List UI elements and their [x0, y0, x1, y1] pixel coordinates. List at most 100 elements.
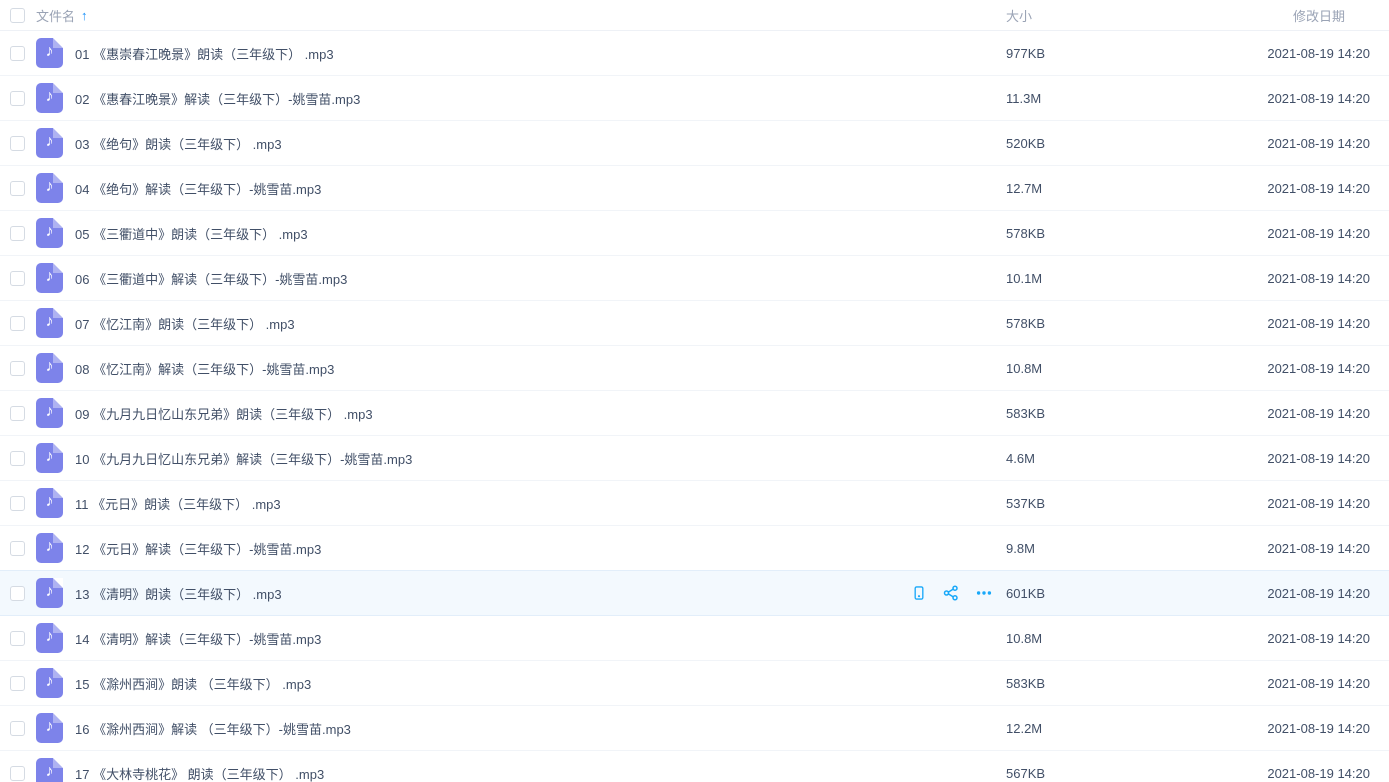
table-row[interactable]: ♪ 12 《元日》解读（三年级下）-姚雪苗.mp3 [0, 526, 1389, 571]
file-date: 2021-08-19 14:20 [1106, 226, 1389, 241]
row-checkbox[interactable] [10, 541, 25, 556]
row-checkbox[interactable] [10, 136, 25, 151]
file-name[interactable]: 16 《滁州西涧》解读 （三年级下）-姚雪苗.mp3 [75, 719, 911, 738]
file-name[interactable]: 05 《三衢道中》朗读（三年级下） .mp3 [75, 224, 911, 243]
file-name[interactable]: 14 《清明》解读（三年级下）-姚雪苗.mp3 [75, 629, 911, 648]
file-size: 10.8M [1006, 361, 1106, 376]
table-row[interactable]: ♪ 09 《九月九日忆山东兄弟》朗读（三年级下） .mp3 [0, 391, 1389, 436]
file-name[interactable]: 11 《元日》朗读（三年级下） .mp3 [75, 494, 911, 513]
column-header-date[interactable]: 修改日期 [1106, 6, 1389, 25]
file-name[interactable]: 04 《绝句》解读（三年级下）-姚雪苗.mp3 [75, 179, 911, 198]
file-fold-corner [53, 353, 63, 363]
row-checkbox-cell [0, 766, 36, 781]
file-name[interactable]: 15 《滁州西涧》朗读 （三年级下） .mp3 [75, 674, 911, 693]
row-checkbox[interactable] [10, 91, 25, 106]
file-fold-corner [53, 128, 63, 138]
share-icon[interactable] [942, 584, 960, 602]
music-note-glyph: ♪ [46, 224, 54, 240]
file-fold-corner [53, 758, 63, 768]
row-checkbox[interactable] [10, 271, 25, 286]
file-name[interactable]: 07 《忆江南》朗读（三年级下） .mp3 [75, 314, 911, 333]
row-checkbox[interactable] [10, 676, 25, 691]
table-row[interactable]: ♪ 13 《清明》朗读（三年级下） .mp3 [0, 571, 1389, 616]
table-row[interactable]: ♪ 14 《清明》解读（三年级下）-姚雪苗.mp3 [0, 616, 1389, 661]
sort-ascending-icon[interactable]: ↑ [81, 8, 88, 23]
file-name[interactable]: 02 《惠春江晚景》解读（三年级下）-姚雪苗.mp3 [75, 89, 911, 108]
row-checkbox[interactable] [10, 46, 25, 61]
file-size: 583KB [1006, 676, 1106, 691]
file-icon-cell: ♪ [36, 578, 75, 608]
table-row[interactable]: ♪ 07 《忆江南》朗读（三年级下） .mp3 [0, 301, 1389, 346]
music-note-glyph: ♪ [46, 764, 54, 780]
music-note-glyph: ♪ [46, 494, 54, 510]
file-size: 977KB [1006, 46, 1106, 61]
file-size: 583KB [1006, 406, 1106, 421]
file-fold-corner [53, 443, 63, 453]
table-row[interactable]: ♪ 03 《绝句》朗读（三年级下） .mp3 [0, 121, 1389, 166]
file-fold-corner [53, 623, 63, 633]
table-row[interactable]: ♪ 16 《滁州西涧》解读 （三年级下）-姚雪苗.mp3 [0, 706, 1389, 751]
file-size: 9.8M [1006, 541, 1106, 556]
file-icon-cell: ♪ [36, 758, 75, 782]
file-name[interactable]: 12 《元日》解读（三年级下）-姚雪苗.mp3 [75, 539, 911, 558]
row-checkbox[interactable] [10, 496, 25, 511]
row-checkbox-cell [0, 406, 36, 421]
file-date: 2021-08-19 14:20 [1106, 46, 1389, 61]
table-row[interactable]: ♪ 01 《惠崇春江晚景》朗读（三年级下） .mp3 [0, 31, 1389, 76]
table-row[interactable]: ♪ 02 《惠春江晚景》解读（三年级下）-姚雪苗.mp3 [0, 76, 1389, 121]
table-row[interactable]: ♪ 05 《三衢道中》朗读（三年级下） .mp3 [0, 211, 1389, 256]
file-date: 2021-08-19 14:20 [1106, 541, 1389, 556]
column-header-size[interactable]: 大小 [1006, 6, 1106, 25]
row-checkbox[interactable] [10, 316, 25, 331]
row-checkbox[interactable] [10, 631, 25, 646]
audio-file-icon: ♪ [36, 398, 63, 428]
file-date: 2021-08-19 14:20 [1106, 766, 1389, 781]
file-date: 2021-08-19 14:20 [1106, 586, 1389, 601]
file-name[interactable]: 06 《三衢道中》解读（三年级下）-姚雪苗.mp3 [75, 269, 911, 288]
row-checkbox[interactable] [10, 361, 25, 376]
table-row[interactable]: ♪ 17 《大林寺桃花》 朗读（三年级下） .mp3 [0, 751, 1389, 782]
select-all-checkbox[interactable] [10, 8, 25, 23]
file-name[interactable]: 01 《惠崇春江晚景》朗读（三年级下） .mp3 [75, 44, 911, 63]
table-row[interactable]: ♪ 15 《滁州西涧》朗读 （三年级下） .mp3 [0, 661, 1389, 706]
file-size: 601KB [1006, 586, 1106, 601]
table-row[interactable]: ♪ 10 《九月九日忆山东兄弟》解读（三年级下）-姚雪苗.mp3 [0, 436, 1389, 481]
column-header-filename[interactable]: 文件名 ↑ [36, 6, 1006, 25]
file-icon-cell: ♪ [36, 668, 75, 698]
send-to-device-icon[interactable] [911, 584, 927, 602]
row-checkbox[interactable] [10, 181, 25, 196]
row-checkbox[interactable] [10, 586, 25, 601]
table-row[interactable]: ♪ 06 《三衢道中》解读（三年级下）-姚雪苗.mp3 [0, 256, 1389, 301]
file-fold-corner [53, 578, 63, 588]
row-checkbox-cell [0, 676, 36, 691]
row-checkbox[interactable] [10, 721, 25, 736]
file-fold-corner [53, 83, 63, 93]
list-header: 文件名 ↑ 大小 修改日期 [0, 0, 1389, 31]
file-icon-cell: ♪ [36, 353, 75, 383]
file-size: 12.7M [1006, 181, 1106, 196]
file-name[interactable]: 10 《九月九日忆山东兄弟》解读（三年级下）-姚雪苗.mp3 [75, 449, 911, 468]
file-icon-cell: ♪ [36, 38, 75, 68]
more-icon[interactable] [975, 584, 993, 602]
file-name[interactable]: 09 《九月九日忆山东兄弟》朗读（三年级下） .mp3 [75, 404, 911, 423]
row-checkbox[interactable] [10, 451, 25, 466]
file-name[interactable]: 17 《大林寺桃花》 朗读（三年级下） .mp3 [75, 764, 911, 782]
table-row[interactable]: ♪ 04 《绝句》解读（三年级下）-姚雪苗.mp3 [0, 166, 1389, 211]
file-fold-corner [53, 263, 63, 273]
file-name[interactable]: 08 《忆江南》解读（三年级下）-姚雪苗.mp3 [75, 359, 911, 378]
file-name[interactable]: 13 《清明》朗读（三年级下） .mp3 [75, 584, 911, 603]
header-checkbox-cell [0, 8, 36, 23]
table-row[interactable]: ♪ 11 《元日》朗读（三年级下） .mp3 [0, 481, 1389, 526]
file-fold-corner [53, 488, 63, 498]
table-row[interactable]: ♪ 08 《忆江南》解读（三年级下）-姚雪苗.mp3 [0, 346, 1389, 391]
audio-file-icon: ♪ [36, 533, 63, 563]
row-checkbox[interactable] [10, 226, 25, 241]
audio-file-icon: ♪ [36, 488, 63, 518]
file-name[interactable]: 03 《绝句》朗读（三年级下） .mp3 [75, 134, 911, 153]
row-checkbox-cell [0, 181, 36, 196]
audio-file-icon: ♪ [36, 353, 63, 383]
row-checkbox[interactable] [10, 406, 25, 421]
file-fold-corner [53, 218, 63, 228]
row-checkbox[interactable] [10, 766, 25, 781]
row-checkbox-cell [0, 271, 36, 286]
